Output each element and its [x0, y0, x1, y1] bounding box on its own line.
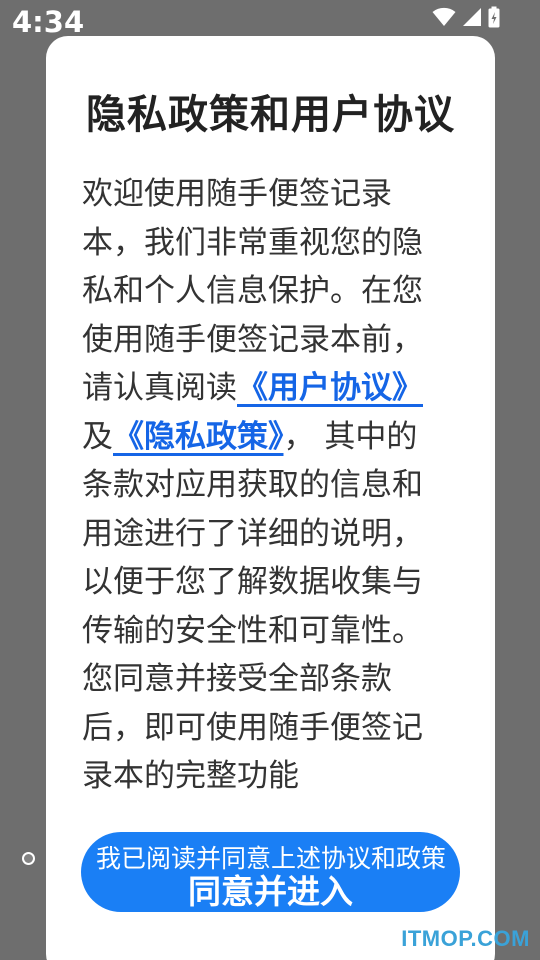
watermark-logo: ITMOP.COM [401, 926, 530, 951]
dialog-title: 隐私政策和用户协议 [86, 92, 455, 138]
consent-checkbox[interactable] [22, 852, 35, 865]
wifi-icon [432, 7, 456, 27]
status-icons [432, 6, 500, 28]
signal-icon [462, 7, 482, 27]
status-time: 4:34 [12, 5, 85, 39]
battery-icon [488, 6, 500, 28]
agree-and-enter-button[interactable]: 我已阅读并同意上述协议和政策 同意并进入 [81, 832, 460, 912]
privacy-policy-link[interactable]: 《隐私政策》 [113, 419, 284, 455]
privacy-dialog: 隐私政策和用户协议 欢迎使用随手便签记录本，我们非常重视您的隐私和个人信息保护。… [46, 36, 495, 960]
consent-label[interactable]: 我已阅读并同意上述协议和政策 [96, 844, 446, 874]
agree-button-label: 同意并进入 [188, 872, 353, 911]
dialog-body: 欢迎使用随手便签记录本，我们非常重视您的隐私和个人信息保护。在您使用随手便签记录… [82, 170, 447, 801]
body-conjunction: 及 [82, 418, 113, 455]
user-agreement-link[interactable]: 《用户协议》 [237, 370, 423, 406]
body-rest: ， 其中的条款对应用获取的信息和用途进行了详细的说明，以便于您了解数据收集与传输… [82, 418, 423, 795]
dialog-body-text: 欢迎使用随手便签记录本，我们非常重视您的隐私和个人信息保护。在您使用随手便签记录… [82, 170, 447, 801]
